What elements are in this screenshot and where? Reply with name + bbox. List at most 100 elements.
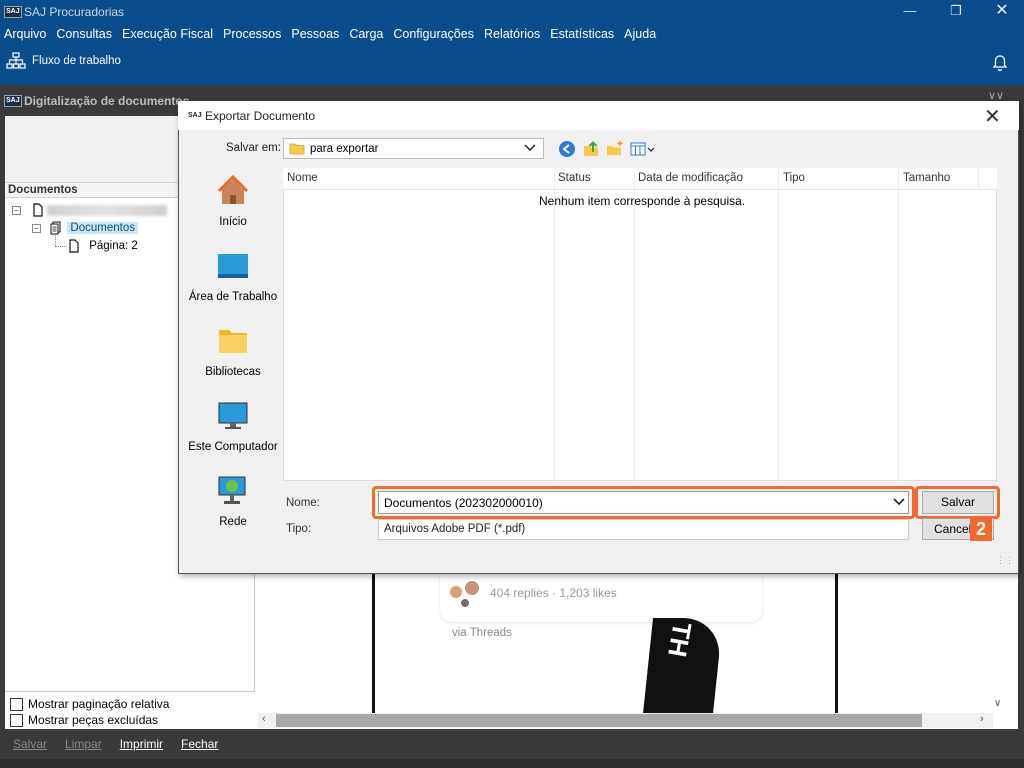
footer-print-button[interactable]: Imprimir — [120, 737, 163, 751]
menu-consultas[interactable]: Consultas — [56, 27, 112, 41]
place-computer-label: Este Computador — [188, 441, 278, 453]
workflow-label: Fluxo de trabalho — [32, 55, 121, 67]
redacted-process-number — [47, 204, 168, 216]
column-type[interactable]: Tipo — [783, 172, 805, 184]
desktop-icon — [218, 254, 248, 278]
footer-bar: Salvar Limpar Imprimir Fechar — [0, 729, 1024, 759]
column-divider — [978, 168, 979, 190]
menu-execucao-fiscal[interactable]: Execução Fiscal — [122, 27, 213, 41]
back-icon[interactable] — [558, 140, 576, 158]
place-home-label: Início — [219, 216, 247, 228]
status-strip — [0, 759, 1024, 768]
home-icon — [217, 174, 249, 204]
toolbar — [0, 44, 1024, 85]
empty-message: Nenhum item corresponde à pesquisa. — [539, 194, 746, 208]
dialog-close-icon[interactable]: ✕ — [984, 104, 1001, 129]
threads-band-text: TH — [662, 619, 698, 660]
avatars-icon — [450, 579, 481, 609]
minimize-icon[interactable]: — — [888, 0, 932, 24]
app-logo: SAJ — [4, 6, 22, 18]
threads-stats: 404 replies · 1,203 likes — [490, 586, 617, 600]
filetype-label: Tipo: — [286, 523, 312, 535]
place-network-label: Rede — [219, 516, 247, 528]
dialog-logo: SAJ — [186, 110, 204, 122]
tree-folder-label[interactable]: Documentos — [67, 222, 138, 235]
navigation-icons — [558, 140, 656, 158]
checkbox-box[interactable] — [10, 713, 23, 727]
column-name[interactable]: Nome — [287, 172, 318, 184]
via-threads: via Threads — [452, 627, 512, 639]
tree-page[interactable]: Página: 2 — [68, 239, 138, 253]
excluded-parts-checkbox[interactable]: Mostrar peças excluídas — [10, 713, 158, 727]
menu-processos[interactable]: Processos — [223, 27, 281, 41]
dialog-title: Exportar Documento — [205, 109, 316, 123]
menu-ajuda[interactable]: Ajuda — [624, 27, 656, 41]
filename-label: Nome: — [286, 497, 320, 509]
page-icon — [69, 239, 79, 253]
column-modified[interactable]: Data de modificação — [638, 172, 743, 184]
tree-folder-documentos[interactable]: − Documentos — [32, 221, 138, 235]
new-folder-icon[interactable] — [606, 140, 624, 158]
relative-pagination-checkbox[interactable]: Mostrar paginação relativa — [10, 697, 169, 711]
footer-clear-button[interactable]: Limpar — [65, 737, 102, 751]
documents-stack-icon — [50, 221, 61, 235]
place-desktop[interactable]: Área de Trabalho — [183, 250, 283, 303]
place-computer[interactable]: Este Computador — [183, 400, 283, 453]
up-folder-icon[interactable] — [582, 140, 600, 158]
chevron-down-icon — [524, 144, 536, 152]
column-divider — [634, 168, 635, 481]
save-in-value: para exportar — [310, 142, 379, 155]
resize-grip-icon[interactable]: ⋮⋮ — [996, 555, 1014, 566]
tree-page-label: Página: 2 — [89, 240, 138, 253]
restore-icon[interactable]: ❐ — [934, 0, 978, 24]
workflow-button[interactable]: Fluxo de trabalho — [6, 52, 121, 70]
tree-root[interactable]: − — [12, 203, 168, 217]
sitemap-icon — [6, 52, 26, 69]
scroll-right-icon[interactable]: › — [980, 713, 984, 725]
place-libraries-label: Bibliotecas — [205, 366, 261, 378]
checkbox-box[interactable] — [10, 697, 23, 711]
folder-icon — [289, 143, 305, 155]
save-highlight — [915, 486, 1000, 519]
menu-carga[interactable]: Carga — [349, 27, 383, 41]
place-network[interactable]: Rede — [183, 475, 283, 528]
column-divider — [898, 168, 899, 481]
save-in-dropdown[interactable]: para exportar — [283, 138, 544, 159]
collapse-toggle-icon[interactable]: − — [32, 224, 41, 234]
bell-icon[interactable] — [992, 54, 1008, 72]
place-libraries[interactable]: Bibliotecas — [183, 325, 283, 378]
menu-estatisticas[interactable]: Estatísticas — [550, 27, 614, 41]
menu-configuracoes[interactable]: Configurações — [393, 27, 474, 41]
left-panel-top — [5, 116, 178, 182]
tree-connector — [55, 246, 67, 247]
file-list[interactable] — [283, 168, 997, 481]
scroll-left-icon[interactable]: ‹ — [262, 713, 266, 725]
app-titlebar — [0, 0, 1024, 24]
column-divider — [554, 168, 555, 481]
column-size[interactable]: Tamanho — [903, 172, 950, 184]
filename-highlight — [372, 486, 915, 519]
document-icon — [33, 203, 43, 217]
view-menu-icon[interactable] — [630, 141, 656, 157]
docwindow-logo: SAJ — [4, 95, 22, 107]
footer-save-button[interactable]: Salvar — [13, 737, 47, 751]
libraries-folder-icon — [219, 330, 247, 353]
footer-close-button[interactable]: Fechar — [181, 737, 218, 751]
place-home[interactable]: Início — [183, 174, 283, 228]
collapse-toggle-icon[interactable]: − — [12, 206, 21, 216]
column-divider — [778, 168, 779, 481]
excluded-parts-label: Mostrar peças excluídas — [28, 713, 159, 727]
scroll-thumb[interactable] — [276, 714, 922, 727]
menu-bar: Arquivo Consultas Execução Fiscal Proces… — [0, 24, 1024, 44]
close-icon[interactable]: ✕ — [980, 0, 1024, 24]
menu-arquivo[interactable]: Arquivo — [4, 27, 46, 41]
column-status[interactable]: Status — [558, 172, 591, 184]
filetype-select[interactable]: Arquivos Adobe PDF (*.pdf) — [378, 519, 909, 540]
app-title: SAJ Procuradorias — [24, 5, 125, 19]
scroll-down-icon[interactable]: ∨ — [994, 698, 1001, 709]
save-in-label: Salvar em: — [226, 142, 281, 154]
relative-pagination-label: Mostrar paginação relativa — [28, 697, 170, 711]
menu-pessoas[interactable]: Pessoas — [291, 27, 339, 41]
place-desktop-label: Área de Trabalho — [188, 291, 278, 303]
menu-relatorios[interactable]: Relatórios — [484, 27, 540, 41]
